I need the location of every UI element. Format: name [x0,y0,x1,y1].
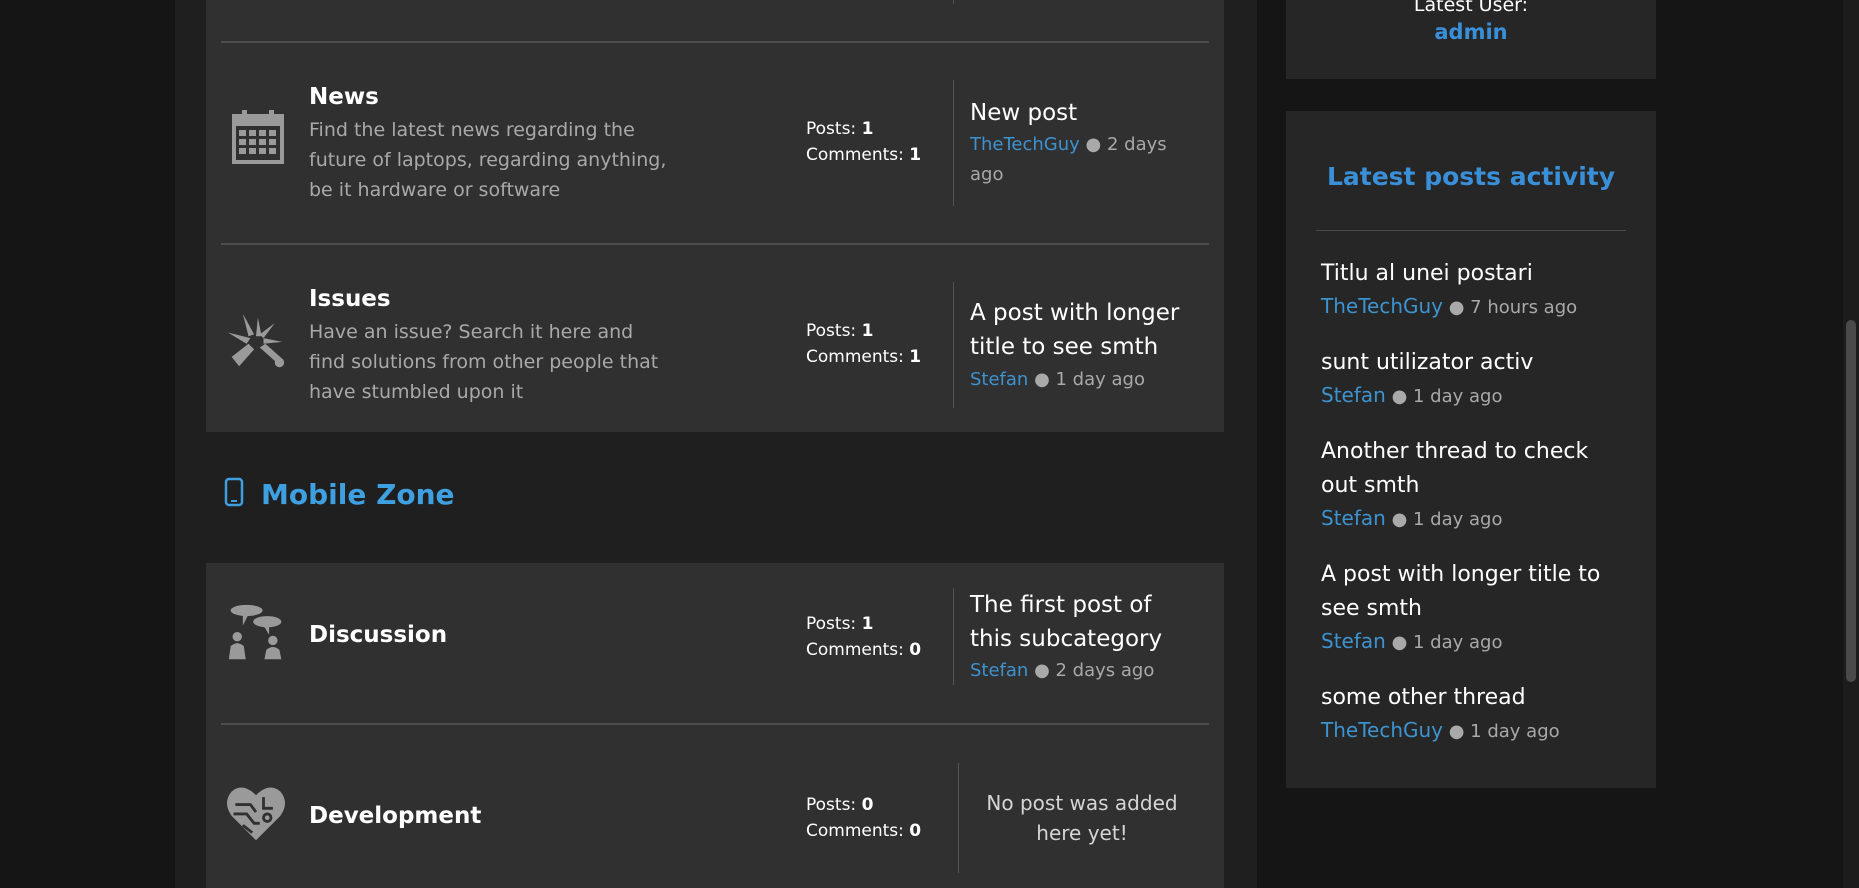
latest-user-name[interactable]: admin [1286,20,1656,44]
latest-user-box: Latest User: admin [1286,0,1656,79]
posts-count: 1 [861,321,874,341]
activity-time: ● 7 hours ago [1448,297,1578,318]
zone-title[interactable]: Mobile Zone [261,478,455,511]
latest-user-label: Latest User: [1413,0,1529,16]
comments-count: 0 [909,821,922,841]
row-divider [221,41,1209,43]
last-post-author[interactable]: Stefan [970,660,1028,681]
posts-label: Posts: [806,614,857,634]
category-description: Have an issue? Search it here and find s… [309,321,659,403]
comments-count: 1 [909,145,922,165]
last-post-time: ● 1 day ago [1034,369,1145,390]
last-post-title[interactable]: The first post of this subcategory [970,588,1190,656]
calendar-icon [232,110,284,164]
activity-title[interactable]: Titlu al unei postari [1321,257,1621,291]
last-post-author[interactable]: TheTechGuy [970,134,1080,155]
column-separator [953,80,954,206]
activity-author[interactable]: Stefan [1321,383,1386,407]
posts-label: Posts: [806,795,857,815]
row-divider [221,723,1209,725]
comments-count: 0 [909,640,922,660]
last-post-author[interactable]: Stefan [970,369,1028,390]
posts-count: 1 [861,614,874,634]
comments-label: Comments: [806,145,904,165]
activity-title[interactable]: Another thread to check out smth [1321,435,1621,503]
activity-author[interactable]: TheTechGuy [1321,718,1443,742]
last-post-title[interactable]: A post with longer title to see smth [970,296,1190,364]
column-separator [958,763,959,873]
posts-count: 1 [861,119,874,139]
activity-divider [1316,230,1626,231]
category-title[interactable]: Discussion [309,622,447,648]
category-stats: Posts: 1 Comments: 1 [806,318,921,370]
previous-row-separator [953,0,954,4]
comments-label: Comments: [806,821,904,841]
no-post-message: No post was added here yet! [986,791,1178,845]
activity-time: ● 1 day ago [1391,386,1503,407]
mobile-phone-icon [224,477,244,507]
posts-count: 0 [861,795,874,815]
comments-label: Comments: [806,347,904,367]
posts-label: Posts: [806,119,857,139]
activity-title[interactable]: A post with longer title to see smth [1321,558,1621,626]
category-title[interactable]: Development [309,803,481,829]
comments-count: 1 [909,347,922,367]
last-post-meta: Stefan ● 2 days ago [970,656,1190,686]
last-post-time: ● 2 days ago [1034,660,1155,681]
category-stats: Posts: 1 Comments: 0 [806,611,921,663]
activity-meta: TheTechGuy ● 7 hours ago [1321,293,1577,321]
activity-time: ● 1 day ago [1391,509,1503,530]
category-stats: Posts: 1 Comments: 1 [806,116,921,168]
last-post-title[interactable]: New post [970,96,1190,130]
comments-label: Comments: [806,640,904,660]
scrollbar-thumb[interactable] [1846,320,1856,682]
activity-title[interactable]: some other thread [1321,681,1621,715]
row-divider [221,243,1209,245]
activity-meta: Stefan ● 1 day ago [1321,505,1502,533]
discussion-icon [228,604,282,660]
broken-icon [227,313,285,368]
heart-circuit-icon [226,787,286,841]
category-stats: Posts: 0 Comments: 0 [806,792,921,844]
category-title[interactable]: News [309,84,379,110]
column-separator [953,588,954,685]
activity-meta: Stefan ● 1 day ago [1321,628,1502,656]
activity-title[interactable]: sunt utilizator activ [1321,346,1621,380]
latest-activity-box: Latest posts activity Titlu al unei post… [1286,111,1656,788]
activity-author[interactable]: TheTechGuy [1321,294,1443,318]
activity-author[interactable]: Stefan [1321,629,1386,653]
last-post-meta: Stefan ● 1 day ago [970,365,1190,395]
last-post-meta: TheTechGuy ● 2 days ago [970,130,1190,190]
category-description: Find the latest news regarding the futur… [309,119,667,201]
activity-time: ● 1 day ago [1391,632,1503,653]
category-title[interactable]: Issues [309,286,391,312]
activity-meta: TheTechGuy ● 1 day ago [1321,717,1560,745]
activity-meta: Stefan ● 1 day ago [1321,382,1502,410]
posts-label: Posts: [806,321,857,341]
activity-heading: Latest posts activity [1326,162,1616,191]
column-separator [953,282,954,408]
activity-author[interactable]: Stefan [1321,506,1386,530]
activity-time: ● 1 day ago [1448,721,1560,742]
